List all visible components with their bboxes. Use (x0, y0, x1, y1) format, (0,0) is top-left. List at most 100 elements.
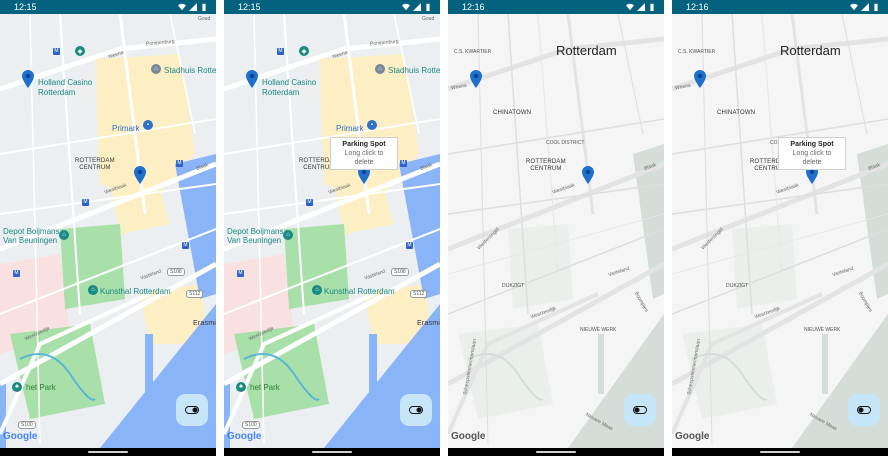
status-bar: 12:16 (448, 0, 664, 14)
shopping-icon[interactable]: ▪ (143, 120, 153, 130)
tram-stop-icon: ◆ (299, 46, 309, 56)
navigation-bar (672, 448, 888, 456)
area-label-cool-district: COOL DISTRICT (546, 140, 585, 146)
toggle-switch-icon (633, 406, 647, 414)
map-marker-icon[interactable] (694, 70, 706, 88)
phone-screen-2: 12:15 Pompenburg Weena Goud M ◆ ⌂ Stadhu… (224, 0, 440, 456)
parking-marker-icon[interactable] (134, 166, 146, 184)
area-label-cool-district: CO (770, 140, 778, 146)
status-time: 12:16 (686, 2, 709, 12)
map-view[interactable]: C.S. KWARTIER Rotterdam Weena CHINATOWN … (672, 14, 888, 448)
toggle-style-button[interactable] (400, 394, 432, 426)
area-label-erasmus: Erasmi (193, 320, 216, 327)
signal-icon (637, 3, 645, 11)
metro-station-icon: M (13, 270, 20, 277)
home-handle[interactable] (312, 451, 352, 453)
road-shield-s100: S100 (18, 421, 36, 429)
poi-het-park[interactable]: het Park (26, 383, 56, 392)
museum-icon[interactable]: ⌂ (312, 285, 322, 295)
home-handle[interactable] (88, 451, 128, 453)
toggle-style-button[interactable] (848, 394, 880, 426)
park-icon[interactable]: ♣ (236, 382, 246, 392)
poi-primark[interactable]: Primark (112, 124, 140, 133)
metro-station-icon: M (406, 242, 413, 249)
poi-primark[interactable]: Primark (336, 124, 364, 133)
info-window-title: Parking Spot (342, 141, 386, 148)
metro-station-icon: M (82, 199, 89, 206)
area-label-centrum: ROTTERDAM CENTRUM (75, 158, 115, 171)
status-time: 12:15 (14, 2, 37, 12)
google-logo: Google (675, 431, 710, 442)
navigation-bar (0, 448, 216, 456)
map-marker-icon[interactable] (470, 70, 482, 88)
area-label-chinatown: CHINATOWN (717, 110, 756, 116)
area-label-centrum: ROTTERDAM CENTRUM (526, 159, 566, 172)
navigation-bar (224, 448, 440, 456)
area-label-cs-kwartier: C.S. KWARTIER (678, 49, 716, 55)
toggle-switch-icon (409, 406, 423, 414)
battery-icon (650, 3, 654, 11)
map-view[interactable]: Pompenburg Weena Goud M ◆ ⌂ Stadhuis Rot… (0, 14, 216, 448)
wifi-icon (178, 3, 186, 11)
poi-stadhuis[interactable]: Stadhuis Rotter (164, 66, 216, 75)
area-label-nieuwe-werk: NIEUWE WERK (580, 327, 617, 333)
poi-stadhuis[interactable]: Stadhuis Rotter (388, 66, 440, 75)
battery-icon (426, 3, 430, 11)
parking-marker-icon[interactable] (582, 166, 594, 184)
poi-kunsthal[interactable]: Kunsthal Rotterdam (324, 287, 395, 296)
info-window-title: Parking Spot (790, 141, 834, 148)
battery-icon (874, 3, 878, 11)
wifi-icon (850, 3, 858, 11)
info-window-snippet: Long click to delete (792, 150, 832, 166)
wifi-icon (626, 3, 634, 11)
toggle-style-button[interactable] (624, 394, 656, 426)
landmark-icon[interactable]: ⌂ (375, 64, 385, 74)
area-label-nieuwe-werk: NIEUWE WERK (804, 327, 841, 333)
city-label-rotterdam: Rotterdam (780, 43, 841, 58)
marker-info-window[interactable]: Parking Spot Long click to delete (330, 137, 398, 170)
poi-holland-casino[interactable]: Holland Casino Rotterdam (38, 78, 92, 98)
area-label-chinatown: CHINATOWN (493, 110, 532, 116)
museum-icon[interactable]: ⌂ (59, 230, 69, 240)
signal-icon (861, 3, 869, 11)
toggle-switch-icon (185, 406, 199, 414)
road-shield-s112: S112 (186, 290, 204, 298)
landmark-icon[interactable]: ⌂ (151, 64, 161, 74)
toggle-style-button[interactable] (176, 394, 208, 426)
status-bar: 12:15 (224, 0, 440, 14)
metro-station-icon: M (182, 242, 189, 249)
poi-depot-boijmans[interactable]: Depot Boijmans Van Beuningen (3, 227, 59, 245)
google-logo: Google (3, 431, 38, 442)
museum-icon[interactable]: ⌂ (283, 230, 293, 240)
toggle-switch-icon (857, 406, 871, 414)
wifi-icon (402, 3, 410, 11)
metro-station-icon: M (53, 48, 60, 55)
poi-het-park[interactable]: het Park (250, 383, 280, 392)
park-icon[interactable]: ♣ (12, 382, 22, 392)
map-marker-icon[interactable] (22, 70, 34, 88)
museum-icon[interactable]: ⌂ (88, 285, 98, 295)
poi-holland-casino[interactable]: Holland Casino Rotterdam (262, 78, 316, 98)
map-view[interactable]: C.S. KWARTIER Rotterdam Weena CHINATOWN … (448, 14, 664, 448)
home-handle[interactable] (760, 451, 800, 453)
metro-station-icon: M (306, 199, 313, 206)
google-logo: Google (227, 431, 262, 442)
poi-kunsthal[interactable]: Kunsthal Rotterdam (100, 287, 171, 296)
shopping-icon[interactable]: ▪ (367, 120, 377, 130)
area-label-erasmus: Erasmi (417, 320, 440, 327)
marker-info-window[interactable]: Parking Spot Long click to delete (778, 137, 846, 170)
status-bar: 12:16 (672, 0, 888, 14)
road-shield-s108: S108 (391, 268, 409, 276)
status-time: 12:16 (462, 2, 485, 12)
metro-station-icon: M (237, 270, 244, 277)
map-marker-icon[interactable] (246, 70, 258, 88)
status-bar: 12:15 (0, 0, 216, 14)
home-handle[interactable] (536, 451, 576, 453)
poi-depot-boijmans[interactable]: Depot Boijmans Van Beuningen (227, 227, 283, 245)
navigation-bar (448, 448, 664, 456)
tram-stop-icon: ◆ (75, 46, 85, 56)
map-view[interactable]: Pompenburg Weena Goud M ◆ ⌂ Stadhuis Rot… (224, 14, 440, 448)
metro-station-icon: M (400, 160, 407, 167)
info-window-snippet: Long click to delete (344, 150, 384, 166)
road-shield-s112: S112 (410, 290, 428, 298)
